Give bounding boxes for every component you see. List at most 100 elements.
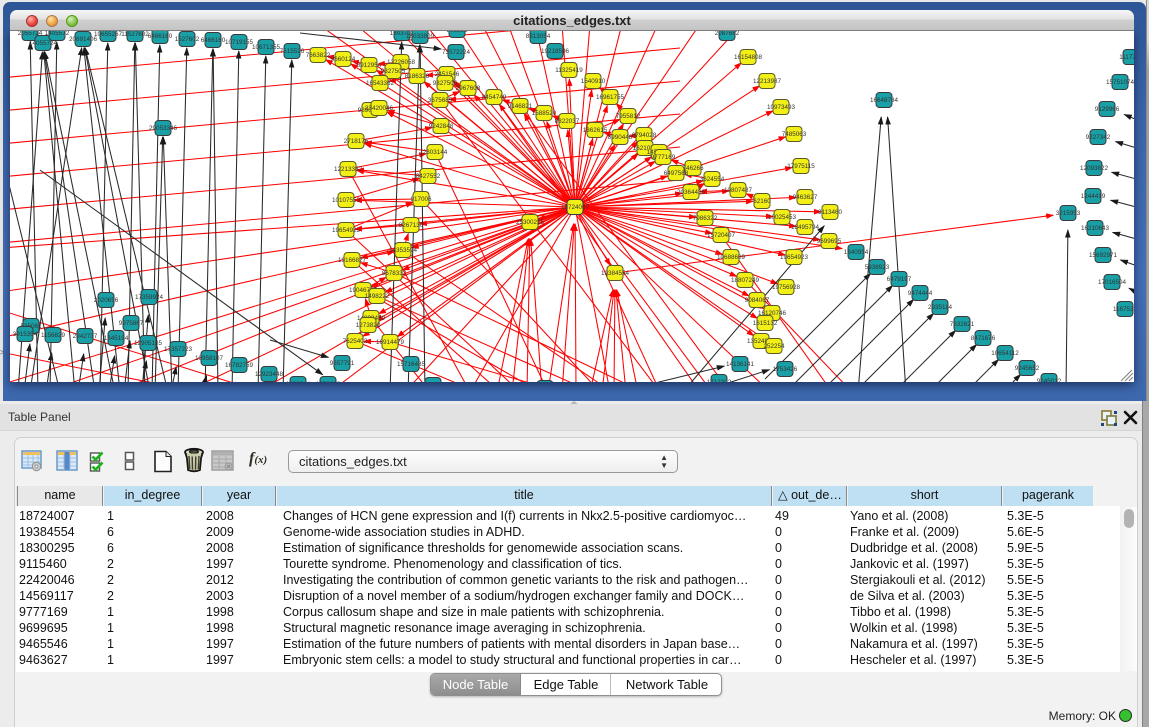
svg-text:19756928: 19756928 <box>772 284 801 291</box>
svg-text:11325419: 11325419 <box>555 67 583 74</box>
svg-text:917006: 917006 <box>410 196 432 203</box>
svg-text:1345194: 1345194 <box>104 335 129 342</box>
svg-text:9657791: 9657791 <box>330 360 355 367</box>
svg-text:12923448: 12923448 <box>255 371 284 378</box>
svg-text:9242848: 9242848 <box>429 123 454 130</box>
svg-text:12213382: 12213382 <box>334 166 363 173</box>
svg-text:6497568: 6497568 <box>664 170 689 177</box>
svg-text:2942737: 2942737 <box>73 333 98 340</box>
svg-text:10671355: 10671355 <box>252 44 281 51</box>
svg-text:1588520: 1588520 <box>532 110 557 117</box>
svg-text:19218506: 19218506 <box>541 48 570 55</box>
svg-text:3675685: 3675685 <box>428 97 453 104</box>
svg-text:7625402: 7625402 <box>343 338 368 345</box>
svg-text:1527602: 1527602 <box>175 36 200 43</box>
svg-text:15692971: 15692971 <box>1089 252 1118 259</box>
svg-text:9327505: 9327505 <box>381 68 406 75</box>
svg-text:8267130: 8267130 <box>399 222 424 229</box>
svg-text:8186328: 8186328 <box>405 73 430 80</box>
svg-text:1244419: 1244419 <box>1081 193 1106 200</box>
svg-text:1640954: 1640954 <box>844 249 869 256</box>
svg-text:10973493: 10973493 <box>767 104 796 111</box>
svg-text:9463627: 9463627 <box>793 194 818 201</box>
svg-text:1498222: 1498222 <box>365 293 390 300</box>
svg-text:9474444: 9474444 <box>908 290 933 297</box>
svg-text:17016504: 17016504 <box>1098 279 1127 286</box>
svg-text:3915354: 3915354 <box>13 331 38 338</box>
svg-text:9975867: 9975867 <box>119 320 144 327</box>
svg-text:18724007: 18724007 <box>561 204 590 211</box>
svg-text:9699695: 9699695 <box>817 238 842 245</box>
svg-text:9327506: 9327506 <box>433 80 458 87</box>
svg-text:16648784: 16648784 <box>870 97 899 104</box>
svg-text:23420046: 23420046 <box>365 105 394 112</box>
svg-text:1405572: 1405572 <box>45 31 70 37</box>
svg-text:20364436: 20364436 <box>677 189 706 196</box>
svg-text:1167533: 1167533 <box>1113 306 1134 313</box>
svg-text:14055724: 14055724 <box>29 40 58 47</box>
svg-text:8322037: 8322037 <box>555 118 580 125</box>
svg-text:8427552: 8427552 <box>416 173 441 180</box>
svg-text:1117774: 1117774 <box>1119 54 1134 61</box>
svg-text:12093822: 12093822 <box>1080 165 1109 172</box>
svg-text:25300215: 25300215 <box>516 219 545 226</box>
svg-text:10655267: 10655267 <box>94 31 123 38</box>
svg-text:9146821: 9146821 <box>508 103 533 110</box>
svg-text:16543362: 16543362 <box>366 80 395 87</box>
svg-text:9084067: 9084067 <box>745 297 770 304</box>
svg-text:19654923: 19654923 <box>780 254 809 261</box>
svg-text:6466160: 6466160 <box>148 33 173 40</box>
svg-text:9245012: 9245012 <box>1037 378 1062 382</box>
svg-text:9660124: 9660124 <box>331 56 356 63</box>
svg-text:15751074: 15751074 <box>1106 79 1134 86</box>
svg-text:10719155: 10719155 <box>225 39 254 46</box>
svg-text:6794028: 6794028 <box>632 132 657 139</box>
svg-text:10958107: 10958107 <box>195 355 224 362</box>
svg-text:10807487: 10807487 <box>724 187 753 194</box>
svg-text:17975115: 17975115 <box>787 163 815 170</box>
svg-text:7663822: 7663822 <box>306 52 331 59</box>
svg-text:803815: 803815 <box>446 31 468 34</box>
svg-text:62160: 62160 <box>753 198 771 205</box>
svg-text:16154808: 16154808 <box>734 54 763 61</box>
svg-text:2803144: 2803144 <box>423 149 448 156</box>
svg-text:18495794: 18495794 <box>791 224 820 231</box>
svg-text:15716485: 15716485 <box>397 361 426 368</box>
svg-text:17357223: 17357223 <box>164 346 193 353</box>
svg-text:2718176: 2718176 <box>344 138 369 145</box>
svg-text:2935114: 2935114 <box>928 304 953 311</box>
svg-text:7955812: 7955812 <box>616 113 641 120</box>
svg-text:1712302: 1712302 <box>707 379 732 382</box>
svg-text:16782759: 16782759 <box>225 362 254 369</box>
svg-text:16914479: 16914479 <box>376 339 405 346</box>
svg-text:7632621: 7632621 <box>950 321 975 328</box>
svg-text:7485063: 7485063 <box>782 131 807 138</box>
svg-text:1273822: 1273822 <box>356 322 381 329</box>
svg-text:1540910: 1540910 <box>581 78 606 85</box>
svg-text:17359924: 17359924 <box>135 294 164 301</box>
svg-text:19384554: 19384554 <box>601 270 630 277</box>
svg-text:9227342: 9227342 <box>1086 134 1111 141</box>
svg-text:8454749: 8454749 <box>482 94 507 101</box>
svg-text:6466160: 6466160 <box>201 37 226 44</box>
svg-text:18807249: 18807249 <box>731 277 760 284</box>
svg-text:3624554: 3624554 <box>700 176 725 183</box>
svg-text:1615132: 1615132 <box>753 320 778 327</box>
svg-text:16033809: 16033809 <box>406 33 435 40</box>
svg-text:8813054: 8813054 <box>526 33 551 40</box>
svg-text:5938923: 5938923 <box>865 264 890 271</box>
svg-text:3215953: 3215953 <box>1056 210 1081 217</box>
svg-text:1156829: 1156829 <box>41 332 66 339</box>
svg-text:8678332: 8678332 <box>382 270 407 277</box>
svg-text:2967608: 2967608 <box>456 85 481 92</box>
svg-text:14353594: 14353594 <box>389 247 418 254</box>
svg-text:9777169: 9777169 <box>651 154 676 161</box>
svg-text:252254: 252254 <box>763 343 785 350</box>
svg-text:10107553: 10107553 <box>332 197 361 204</box>
svg-text:12905135: 12905135 <box>134 340 163 347</box>
svg-text:11527602: 11527602 <box>121 31 149 38</box>
svg-text:7515526: 7515526 <box>280 48 305 55</box>
svg-text:6479197: 6479197 <box>887 276 912 283</box>
svg-text:15720407: 15720407 <box>707 232 736 239</box>
svg-text:73572224: 73572224 <box>442 49 471 56</box>
